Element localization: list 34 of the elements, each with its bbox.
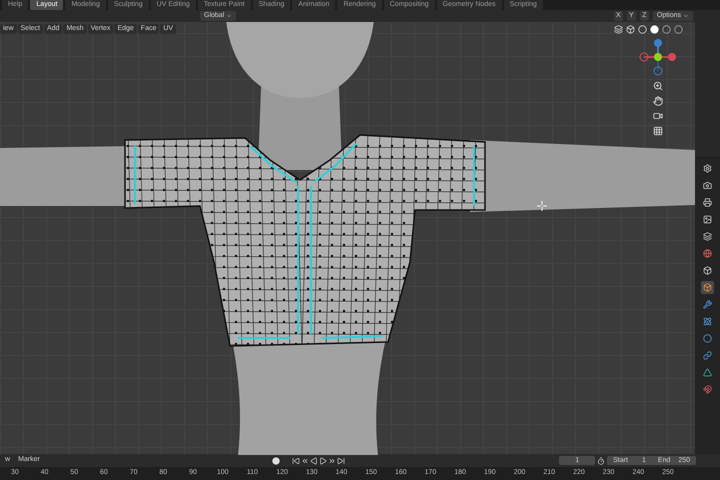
shading-wire-icon[interactable] [638, 24, 647, 34]
play-icon[interactable] [318, 456, 327, 464]
properties-tab[interactable] [701, 264, 714, 277]
properties-tab[interactable] [701, 247, 714, 260]
jump-end-icon[interactable] [336, 456, 345, 464]
caret-icon [226, 13, 232, 19]
properties-tab[interactable] [701, 230, 714, 243]
play-reverse-icon[interactable] [310, 456, 318, 464]
zoom-icon[interactable] [653, 81, 663, 91]
properties-tab[interactable] [701, 162, 714, 175]
cursor-crosshair-icon [537, 201, 547, 211]
shading-solid-icon[interactable] [650, 24, 659, 34]
properties-tab[interactable] [701, 332, 714, 345]
properties-tab[interactable] [701, 298, 714, 311]
properties-tab[interactable] [701, 179, 714, 192]
next-keyframe-icon[interactable] [328, 456, 336, 464]
properties-tab[interactable] [701, 196, 714, 209]
properties-tab[interactable] [701, 366, 714, 379]
camera-icon[interactable] [653, 111, 663, 121]
properties-tab[interactable] [701, 281, 714, 294]
stopwatch-icon[interactable] [597, 456, 606, 464]
properties-tab[interactable] [701, 315, 714, 328]
keyframe-icon[interactable] [272, 456, 280, 464]
hand-icon[interactable] [653, 96, 663, 106]
previous-keyframe-icon[interactable] [300, 456, 309, 464]
shading-render-icon[interactable] [674, 24, 683, 34]
properties-tab[interactable] [701, 383, 714, 396]
properties-tab[interactable] [701, 213, 714, 226]
grid-icon[interactable] [653, 126, 663, 136]
caret-icon [683, 13, 689, 19]
properties-tab[interactable] [701, 349, 714, 362]
shading-material-icon[interactable] [662, 24, 671, 34]
navigation-gizmo-icon[interactable] [639, 38, 677, 76]
jump-start-icon[interactable] [292, 456, 300, 464]
